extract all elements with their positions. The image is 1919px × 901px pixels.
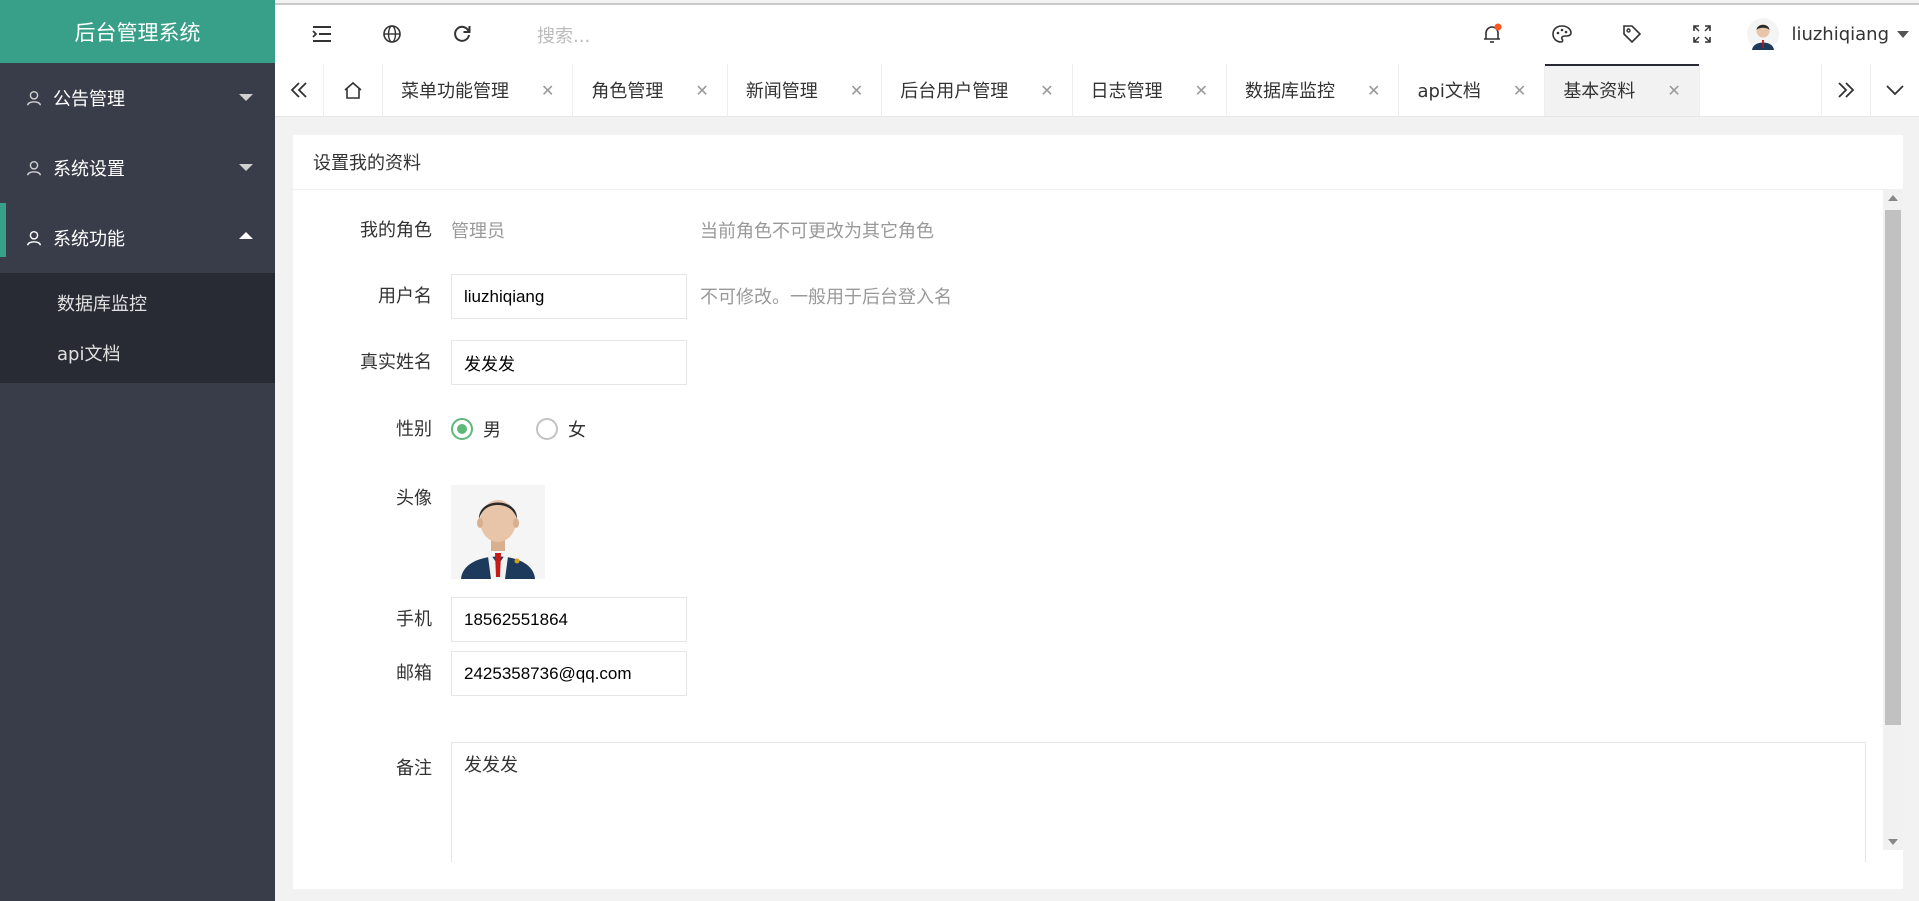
gender-radio-female[interactable]: 女 — [536, 416, 586, 442]
avatar-image[interactable] — [451, 485, 545, 579]
role-row: 我的角色 — [293, 217, 432, 241]
sidebar-subitem-api-docs[interactable]: api文档 — [0, 328, 275, 378]
tag-icon[interactable] — [1620, 22, 1644, 46]
tabs-dropdown-icon[interactable] — [1870, 64, 1919, 116]
phone-row: 手机 — [293, 606, 432, 630]
radio-label: 男 — [483, 420, 501, 441]
radio-checked-icon — [451, 418, 473, 440]
avatar — [1747, 18, 1780, 50]
role-value: 管理员 — [451, 221, 505, 242]
close-icon[interactable]: ✕ — [1367, 81, 1380, 100]
user-icon — [26, 230, 42, 246]
remark-row: 备注 — [293, 755, 432, 779]
top-header: liuzhiqiang — [275, 3, 1919, 64]
caret-down-icon — [239, 164, 253, 171]
refresh-icon[interactable] — [450, 22, 474, 46]
caret-up-icon — [239, 232, 253, 239]
user-icon — [26, 90, 42, 106]
tab-news-management[interactable]: 新闻管理 ✕ — [728, 64, 883, 116]
user-menu[interactable]: liuzhiqiang — [1747, 18, 1909, 50]
tab-db-monitor[interactable]: 数据库监控 ✕ — [1227, 64, 1400, 116]
email-field[interactable]: 2425358736@qq.com — [451, 651, 687, 696]
sidebar-item-system-functions[interactable]: 系统功能 — [0, 203, 275, 273]
tab-label: 基本资料 — [1563, 81, 1636, 102]
scroll-down-icon[interactable] — [1888, 839, 1898, 845]
realname-field[interactable]: 发发发 — [451, 340, 687, 385]
close-icon[interactable]: ✕ — [1195, 81, 1208, 100]
sidebar-item-announcements[interactable]: 公告管理 — [0, 63, 275, 133]
fullscreen-icon[interactable] — [1690, 22, 1714, 46]
gender-radio-male[interactable]: 男 — [451, 416, 501, 442]
tabs-scroll-left-icon[interactable] — [275, 64, 324, 116]
sidebar-subitem-db-monitor[interactable]: 数据库监控 — [0, 278, 275, 328]
username-label: 用户名 — [378, 286, 432, 307]
palette-icon[interactable] — [1550, 22, 1574, 46]
gender-label: 性别 — [396, 419, 432, 440]
search-input[interactable] — [535, 21, 739, 51]
menu-fold-icon[interactable] — [310, 22, 334, 46]
tab-role-management[interactable]: 角色管理 ✕ — [573, 64, 728, 116]
email-row: 邮箱 — [293, 660, 432, 684]
role-hint: 当前角色不可更改为其它角色 — [700, 221, 934, 242]
username-hint: 不可修改。一般用于后台登入名 — [700, 287, 952, 308]
close-icon[interactable]: ✕ — [1040, 81, 1053, 100]
close-icon[interactable]: ✕ — [850, 81, 863, 100]
bell-icon[interactable] — [1480, 22, 1504, 46]
tab-basic-info[interactable]: 基本资料 ✕ — [1545, 64, 1700, 116]
avatar-label: 头像 — [396, 488, 432, 509]
businessman-avatar-icon — [461, 500, 535, 579]
tab-label: api文档 — [1417, 81, 1481, 102]
profile-card: 设置我的资料 我的角色 管理员 当前角色不可更改为其它角色 用户名 liuzhi… — [293, 135, 1903, 889]
tab-label: 数据库监控 — [1245, 81, 1336, 102]
sidebar-item-label: 系统功能 — [53, 229, 125, 250]
sidebar-item-label: 公告管理 — [53, 89, 125, 110]
avatar-row: 头像 — [293, 485, 432, 509]
tab-label: 后台用户管理 — [900, 81, 1009, 102]
sidebar-item-settings[interactable]: 系统设置 — [0, 133, 275, 203]
app-logo[interactable]: 后台管理系统 — [0, 0, 275, 63]
content-scrollbar[interactable] — [1883, 190, 1903, 850]
close-icon[interactable]: ✕ — [1667, 81, 1680, 100]
caret-down-icon — [239, 94, 253, 101]
tabs-bar: 菜单功能管理 ✕ 角色管理 ✕ 新闻管理 ✕ 后台用户管理 ✕ 日志管理 ✕ 数据库监控 ✕… — [275, 64, 1919, 117]
caret-down-icon — [1897, 30, 1909, 38]
username-field[interactable]: liuzhiqiang — [451, 274, 687, 319]
scrollbar-thumb[interactable] — [1885, 210, 1901, 725]
radio-unchecked-icon — [536, 418, 558, 440]
tab-label: 新闻管理 — [745, 81, 818, 102]
phone-label: 手机 — [396, 609, 432, 630]
close-icon[interactable]: ✕ — [1513, 81, 1526, 100]
tab-label: 角色管理 — [591, 81, 664, 102]
role-label: 我的角色 — [360, 220, 432, 241]
tab-log-management[interactable]: 日志管理 ✕ — [1073, 64, 1228, 116]
card-title: 设置我的资料 — [293, 135, 1903, 190]
username-row: 用户名 — [293, 283, 432, 307]
username-label: liuzhiqiang — [1791, 23, 1889, 45]
close-icon[interactable]: ✕ — [541, 81, 554, 100]
user-icon — [26, 160, 42, 176]
remark-textarea[interactable]: 发发发 — [451, 742, 1866, 862]
home-icon — [344, 81, 362, 99]
gender-row: 性别 — [293, 416, 432, 440]
realname-row: 真实姓名 — [293, 349, 432, 373]
sidebar-submenu: 数据库监控 api文档 — [0, 273, 275, 383]
radio-label: 女 — [568, 420, 586, 441]
tab-label: 日志管理 — [1090, 81, 1163, 102]
tab-label: 菜单功能管理 — [401, 81, 509, 102]
sidebar-item-label: 系统设置 — [53, 159, 125, 180]
realname-label: 真实姓名 — [360, 352, 432, 373]
home-tab[interactable] — [324, 64, 383, 116]
tabs-right-controls — [1821, 64, 1919, 116]
email-label: 邮箱 — [396, 663, 432, 684]
globe-icon[interactable] — [380, 22, 404, 46]
tab-api-docs[interactable]: api文档 ✕ — [1399, 64, 1546, 116]
scroll-up-icon[interactable] — [1888, 195, 1898, 201]
tab-menu-management[interactable]: 菜单功能管理 ✕ — [383, 64, 574, 116]
tab-admin-users[interactable]: 后台用户管理 ✕ — [882, 64, 1073, 116]
remark-label: 备注 — [396, 758, 432, 779]
sidebar: 后台管理系统 公告管理 系统设置 系统功能 数据库监控 api文档 — [0, 0, 275, 901]
close-icon[interactable]: ✕ — [695, 81, 708, 100]
tabs-scroll-right-icon[interactable] — [1821, 64, 1870, 116]
phone-field[interactable]: 18562551864 — [451, 597, 687, 642]
